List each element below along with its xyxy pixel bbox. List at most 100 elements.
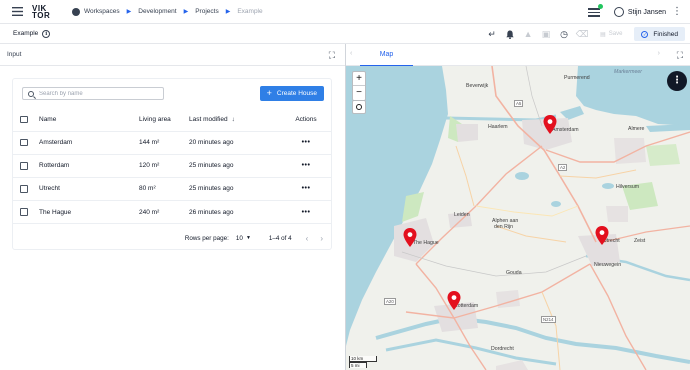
row-checkbox[interactable] <box>20 138 28 147</box>
tab-map[interactable]: Map <box>360 44 413 66</box>
zoom-in-button[interactable]: + <box>353 72 365 86</box>
place-label-leiden: Leiden <box>454 212 470 218</box>
table-row[interactable]: Amsterdam 144 m² 20 minutes ago ••• <box>13 131 331 155</box>
viktor-logo[interactable]: VIK TOR <box>32 4 58 19</box>
return-icon[interactable]: ↵ <box>484 26 500 42</box>
map-marker-rotterdam[interactable] <box>447 291 461 311</box>
more-horiz-icon[interactable]: ••• <box>302 209 311 216</box>
more-horiz-icon[interactable]: ••• <box>302 139 311 146</box>
breadcrumb-separator-icon: ▶ <box>183 9 189 15</box>
map-options-button[interactable]: ⋮ <box>667 71 687 91</box>
expand-icon[interactable]: ⛶ <box>329 50 335 61</box>
place-label-dordrecht: Dordrecht <box>491 346 514 352</box>
row-checkbox[interactable] <box>20 162 28 170</box>
road-shield-n214: N214 <box>541 316 556 323</box>
road-shield-a2: A2 <box>558 164 568 171</box>
editor-toolbar: Example i ↵ ▲ ▣ ◷ ⌫ ▤ Save ✓ Finished <box>0 24 690 44</box>
workspace-icon <box>72 7 80 16</box>
row-actions-cell: ••• <box>281 131 331 155</box>
road-shield-a5: A5 <box>514 100 524 107</box>
status-badge[interactable]: ✓ Finished <box>634 27 685 41</box>
row-checkbox[interactable] <box>20 208 28 216</box>
save-icon: ▤ <box>600 31 606 38</box>
create-house-button[interactable]: + Create House <box>259 86 324 101</box>
search-input[interactable] <box>39 90 159 97</box>
map-scale: 10 km 5 mi <box>349 356 377 368</box>
place-label-zeist: Zeist <box>634 238 646 244</box>
more-vert-icon[interactable]: ⋮ <box>672 7 682 17</box>
save-label: Save <box>608 31 623 37</box>
user-name[interactable]: Stijn Jansen <box>628 9 666 16</box>
entity-name: Example <box>13 30 39 37</box>
notifications-menu-icon[interactable] <box>587 4 603 17</box>
select-all-cell <box>13 108 39 132</box>
zoom-out-button[interactable]: − <box>353 86 365 100</box>
table-pagination: Rows per page: 10 ▼ 1–4 of 4 ‹ › <box>13 231 331 245</box>
place-label-nieuwegein: Nieuwegein <box>594 262 622 268</box>
map-marker-amsterdam[interactable] <box>543 115 557 135</box>
locate-button[interactable] <box>352 100 366 114</box>
table-row[interactable]: Rotterdam 120 m² 25 minutes ago ••• <box>13 154 331 178</box>
warning-icon: ▲ <box>523 29 533 39</box>
main-menu-button[interactable] <box>6 1 28 23</box>
breadcrumb-separator-icon: ▶ <box>225 9 231 15</box>
houses-table-card: + Create House Name Living area Last mod… <box>12 78 332 250</box>
output-panel: ‹ Map › ⛶ Purmerend Beverwijk Markermeer… <box>346 44 690 370</box>
scale-km: 10 km <box>349 356 377 362</box>
search-icon <box>28 90 34 97</box>
expand-icon[interactable]: ⛶ <box>677 50 683 61</box>
map-marker-the-hague[interactable] <box>403 228 417 248</box>
select-all-checkbox[interactable] <box>20 115 28 123</box>
table-row[interactable]: The Hague 240 m² 26 minutes ago ••• <box>13 200 331 225</box>
history-icon[interactable]: ◷ <box>556 26 572 42</box>
column-header-name[interactable]: Name <box>39 108 139 132</box>
cell-name[interactable]: The Hague <box>39 200 139 225</box>
map-view[interactable]: Purmerend Beverwijk Markermeer Haarlem A… <box>346 66 690 370</box>
search-field[interactable] <box>22 87 164 100</box>
user-avatar-icon[interactable] <box>613 7 624 17</box>
cell-name[interactable]: Amsterdam <box>39 131 139 155</box>
bell-icon[interactable] <box>502 26 518 42</box>
rows-per-page-select[interactable]: 10 ▼ <box>236 235 251 242</box>
place-label-purmerend: Purmerend <box>564 75 590 81</box>
input-panel-title: Input <box>7 51 22 58</box>
breadcrumb-projects[interactable]: Projects <box>195 8 218 15</box>
info-icon[interactable]: i <box>42 29 51 38</box>
tab-scroll-left-icon[interactable]: ‹ <box>350 50 352 57</box>
cell-living-area: 120 m² <box>139 154 189 178</box>
place-label-alphen-line2: den Rijn <box>494 224 514 230</box>
breadcrumb-development[interactable]: Development <box>138 8 176 15</box>
tab-scroll-right-icon[interactable]: › <box>658 50 660 57</box>
column-header-last-modified-label: Last modified <box>189 115 228 123</box>
top-bar: VIK TOR Workspaces ▶ Development ▶ Proje… <box>0 0 690 24</box>
row-checkbox[interactable] <box>20 185 28 193</box>
place-label-beverwijk: Beverwijk <box>466 83 489 89</box>
cell-name[interactable]: Rotterdam <box>39 154 139 178</box>
rows-per-page-label: Rows per page: <box>184 234 229 242</box>
column-header-living-area[interactable]: Living area <box>139 108 189 132</box>
cell-living-area: 144 m² <box>139 131 189 155</box>
hamburger-icon <box>11 7 23 16</box>
sort-arrow-icon[interactable]: ↓ <box>232 116 235 123</box>
previous-page-icon[interactable]: ‹ <box>306 234 309 243</box>
more-horiz-icon[interactable]: ••• <box>302 185 311 192</box>
next-page-icon[interactable]: › <box>320 234 323 243</box>
input-panel: Input ⛶ + Create House Name Living area … <box>0 44 345 370</box>
cell-name[interactable]: Utrecht <box>39 177 139 202</box>
cell-last-modified: 25 minutes ago <box>189 154 281 178</box>
output-tabs: ‹ Map › ⛶ <box>346 44 690 66</box>
topbar-actions: Stijn Jansen ⋮ <box>587 0 682 24</box>
map-marker-utrecht[interactable] <box>595 226 609 246</box>
more-horiz-icon[interactable]: ••• <box>302 162 311 169</box>
toolbar-actions: ↵ ▲ ▣ ◷ ⌫ ▤ Save ✓ Finished <box>482 24 690 44</box>
row-actions-cell: ••• <box>281 200 331 225</box>
breadcrumb-workspaces[interactable]: Workspaces <box>72 7 120 16</box>
plus-icon: + <box>266 88 272 98</box>
notification-dot <box>597 4 603 9</box>
table-row[interactable]: Utrecht 80 m² 25 minutes ago ••• <box>13 177 331 202</box>
column-header-last-modified[interactable]: Last modified ↓ <box>189 108 281 132</box>
breadcrumb: Workspaces ▶ Development ▶ Projects ▶ Ex… <box>72 7 263 16</box>
row-select-cell <box>13 154 39 178</box>
check-circle-icon: ✓ <box>641 30 649 38</box>
row-actions-cell: ••• <box>281 154 331 178</box>
